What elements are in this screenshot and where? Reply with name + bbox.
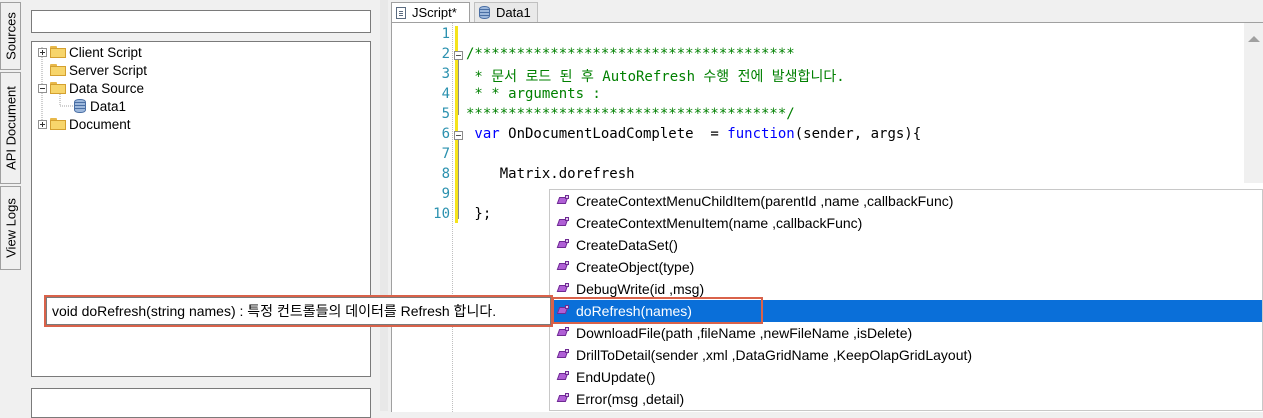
- code-token: var: [466, 126, 500, 142]
- autocomplete-item[interactable]: CreateContextMenuItem(name ,callbackFunc…: [550, 212, 1262, 234]
- expand-plus-icon[interactable]: [38, 47, 47, 57]
- method-icon: [557, 371, 571, 383]
- code-token: (sender, args){: [794, 126, 922, 142]
- folder-icon: [50, 118, 66, 130]
- line-number: 4: [441, 86, 450, 102]
- database-icon: [74, 99, 86, 113]
- tab-sources[interactable]: Sources: [0, 2, 21, 70]
- line-number: 1: [441, 26, 450, 42]
- code-line[interactable]: Matrix.dorefresh: [466, 166, 635, 182]
- autocomplete-item[interactable]: EndUpdate(): [550, 366, 1262, 388]
- method-icon: [557, 393, 571, 405]
- autocomplete-item-label: CreateContextMenuItem(name ,callbackFunc…: [576, 215, 863, 231]
- line-number: 2: [441, 46, 450, 62]
- line-number-gutter: 1 2 3 4 5 6 7 8 9 10: [392, 23, 452, 412]
- code-line[interactable]: **************************************/: [466, 106, 795, 122]
- document-icon: [396, 6, 406, 19]
- autocomplete-item[interactable]: CreateObject(type): [550, 256, 1262, 278]
- method-icon: [557, 327, 571, 339]
- folder-icon: [50, 64, 66, 76]
- method-icon: [557, 195, 571, 207]
- autocomplete-item[interactable]: CreateContextMenuChildItem(parentId ,nam…: [550, 190, 1262, 212]
- folder-icon: [50, 46, 66, 58]
- side-tab-strip: Sources API Document View Logs: [0, 0, 23, 411]
- line-number: 10: [433, 206, 450, 222]
- tab-jscript[interactable]: JScript*: [391, 2, 470, 22]
- explorer-panel: Client Script Server Script Data Source …: [22, 0, 380, 418]
- autocomplete-item-label: CreateObject(type): [576, 259, 695, 275]
- tree-item-client-script[interactable]: Client Script: [38, 43, 142, 61]
- line-number: 5: [441, 106, 450, 122]
- line-number: 9: [441, 186, 450, 202]
- autocomplete-item-label: Error(msg ,detail): [576, 391, 685, 407]
- code-line[interactable]: * * arguments :: [466, 86, 601, 102]
- tree-item-document[interactable]: Document: [38, 115, 131, 133]
- editor-tab-bar: JScript* Data1: [388, 0, 1263, 22]
- fold-collapse-icon[interactable]: [454, 131, 463, 140]
- code-line[interactable]: };: [466, 206, 491, 222]
- tree-item-server-script[interactable]: Server Script: [50, 61, 147, 79]
- autocomplete-item-label: CreateDataSet(): [576, 237, 678, 253]
- vertical-scrollbar[interactable]: [1244, 23, 1263, 183]
- fold-guide: [458, 137, 459, 219]
- fold-collapse-icon[interactable]: [454, 51, 463, 60]
- tab-api-document-label: API Document: [3, 86, 18, 170]
- method-icon: [557, 349, 571, 361]
- tree-item-data1[interactable]: Data1: [74, 97, 126, 115]
- scroll-up-arrow-icon[interactable]: [1248, 36, 1260, 42]
- autocomplete-item[interactable]: Error(msg ,detail): [550, 388, 1262, 410]
- code-line[interactable]: * 문서 로드 된 후 AutoRefresh 수행 전에 발생합니다.: [466, 66, 845, 86]
- code-token: /**************************************: [466, 46, 795, 62]
- panel-splitter[interactable]: [380, 0, 388, 411]
- method-icon: [557, 261, 571, 273]
- tree-item-label: Server Script: [69, 62, 148, 78]
- code-token: * 문서 로드 된 후 AutoRefresh 수행 전에 발생합니다.: [466, 69, 845, 85]
- code-token: **************************************/: [466, 106, 795, 122]
- tab-view-logs[interactable]: View Logs: [0, 186, 21, 270]
- code-token: };: [466, 206, 492, 222]
- code-line[interactable]: /**************************************: [466, 46, 795, 62]
- database-icon: [479, 6, 490, 19]
- fold-guide: [458, 57, 459, 115]
- code-token: * * arguments :: [466, 86, 601, 102]
- tab-label: Data1: [496, 5, 531, 20]
- tree-item-label: Document: [69, 116, 131, 132]
- autocomplete-item-label: CreateContextMenuChildItem(parentId ,nam…: [576, 193, 954, 209]
- autocomplete-item-label: EndUpdate(): [576, 369, 656, 385]
- tree-item-label: Client Script: [69, 44, 142, 60]
- tree-item-data-source[interactable]: Data Source: [38, 79, 144, 97]
- tab-api-document[interactable]: API Document: [0, 72, 21, 184]
- properties-box[interactable]: [31, 388, 371, 418]
- tab-view-logs-label: View Logs: [3, 198, 18, 258]
- autocomplete-item[interactable]: DownloadFile(path ,fileName ,newFileName…: [550, 322, 1262, 344]
- autocomplete-item-label: DownloadFile(path ,fileName ,newFileName…: [576, 325, 913, 341]
- line-number: 6: [441, 126, 450, 142]
- line-number: 7: [441, 146, 450, 162]
- code-token: function: [727, 126, 795, 142]
- tab-sources-label: Sources: [3, 12, 18, 60]
- tab-data1[interactable]: Data1: [474, 2, 538, 22]
- expand-plus-icon[interactable]: [38, 119, 47, 129]
- selection-highlight-outline: [552, 297, 763, 324]
- indent-guide: [452, 23, 453, 412]
- code-token: Matrix.dorefresh: [466, 166, 635, 182]
- code-token: OnDocumentLoadComplete =: [499, 126, 728, 142]
- method-icon: [557, 283, 571, 295]
- folder-icon: [50, 82, 66, 94]
- tree-item-label: Data1: [90, 98, 127, 114]
- autocomplete-item-label: DrillToDetail(sender ,xml ,DataGridName …: [576, 347, 973, 363]
- method-icon: [557, 239, 571, 251]
- explorer-search-input[interactable]: [31, 10, 371, 33]
- tree-item-label: Data Source: [69, 80, 145, 96]
- tab-label: JScript*: [412, 5, 457, 20]
- collapse-minus-icon[interactable]: [38, 83, 47, 93]
- code-line[interactable]: var OnDocumentLoadComplete = function(se…: [466, 126, 921, 142]
- line-number: 3: [441, 66, 450, 82]
- autocomplete-item-label: DebugWrite(id ,msg): [576, 281, 705, 297]
- method-icon: [557, 217, 571, 229]
- autocomplete-item[interactable]: CreateDataSet(): [550, 234, 1262, 256]
- line-number: 8: [441, 166, 450, 182]
- autocomplete-item[interactable]: DrillToDetail(sender ,xml ,DataGridName …: [550, 344, 1262, 366]
- tooltip-highlight-outline: [44, 295, 553, 327]
